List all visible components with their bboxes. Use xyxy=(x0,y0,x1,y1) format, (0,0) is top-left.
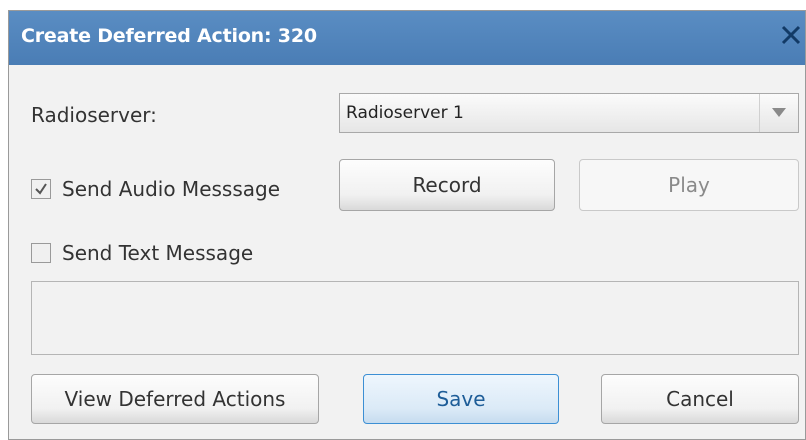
cancel-button[interactable]: Cancel xyxy=(601,374,799,424)
dialog-titlebar[interactable]: Create Deferred Action: 320 xyxy=(9,11,805,65)
radioserver-label: Radioserver: xyxy=(31,103,157,127)
dropdown-button[interactable] xyxy=(759,94,798,132)
send-audio-checkbox[interactable] xyxy=(31,179,51,199)
checkmark-icon xyxy=(35,183,47,195)
send-audio-label: Send Audio Messsage xyxy=(62,177,281,201)
close-icon[interactable] xyxy=(779,20,803,50)
radioserver-selected-value: Radioserver 1 xyxy=(346,103,464,123)
record-button[interactable]: Record xyxy=(339,159,555,211)
send-text-label: Send Text Message xyxy=(62,241,254,265)
radioserver-select[interactable]: Radioserver 1 xyxy=(339,93,799,133)
view-deferred-actions-button[interactable]: View Deferred Actions xyxy=(31,374,319,424)
play-button[interactable]: Play xyxy=(579,159,799,211)
dialog-title: Create Deferred Action: 320 xyxy=(21,25,317,47)
chevron-down-icon xyxy=(772,108,786,117)
text-message-input[interactable] xyxy=(31,281,799,355)
send-text-checkbox[interactable] xyxy=(31,243,51,263)
create-deferred-action-dialog: Create Deferred Action: 320 Radioserver:… xyxy=(8,10,806,440)
save-button[interactable]: Save xyxy=(363,374,559,424)
